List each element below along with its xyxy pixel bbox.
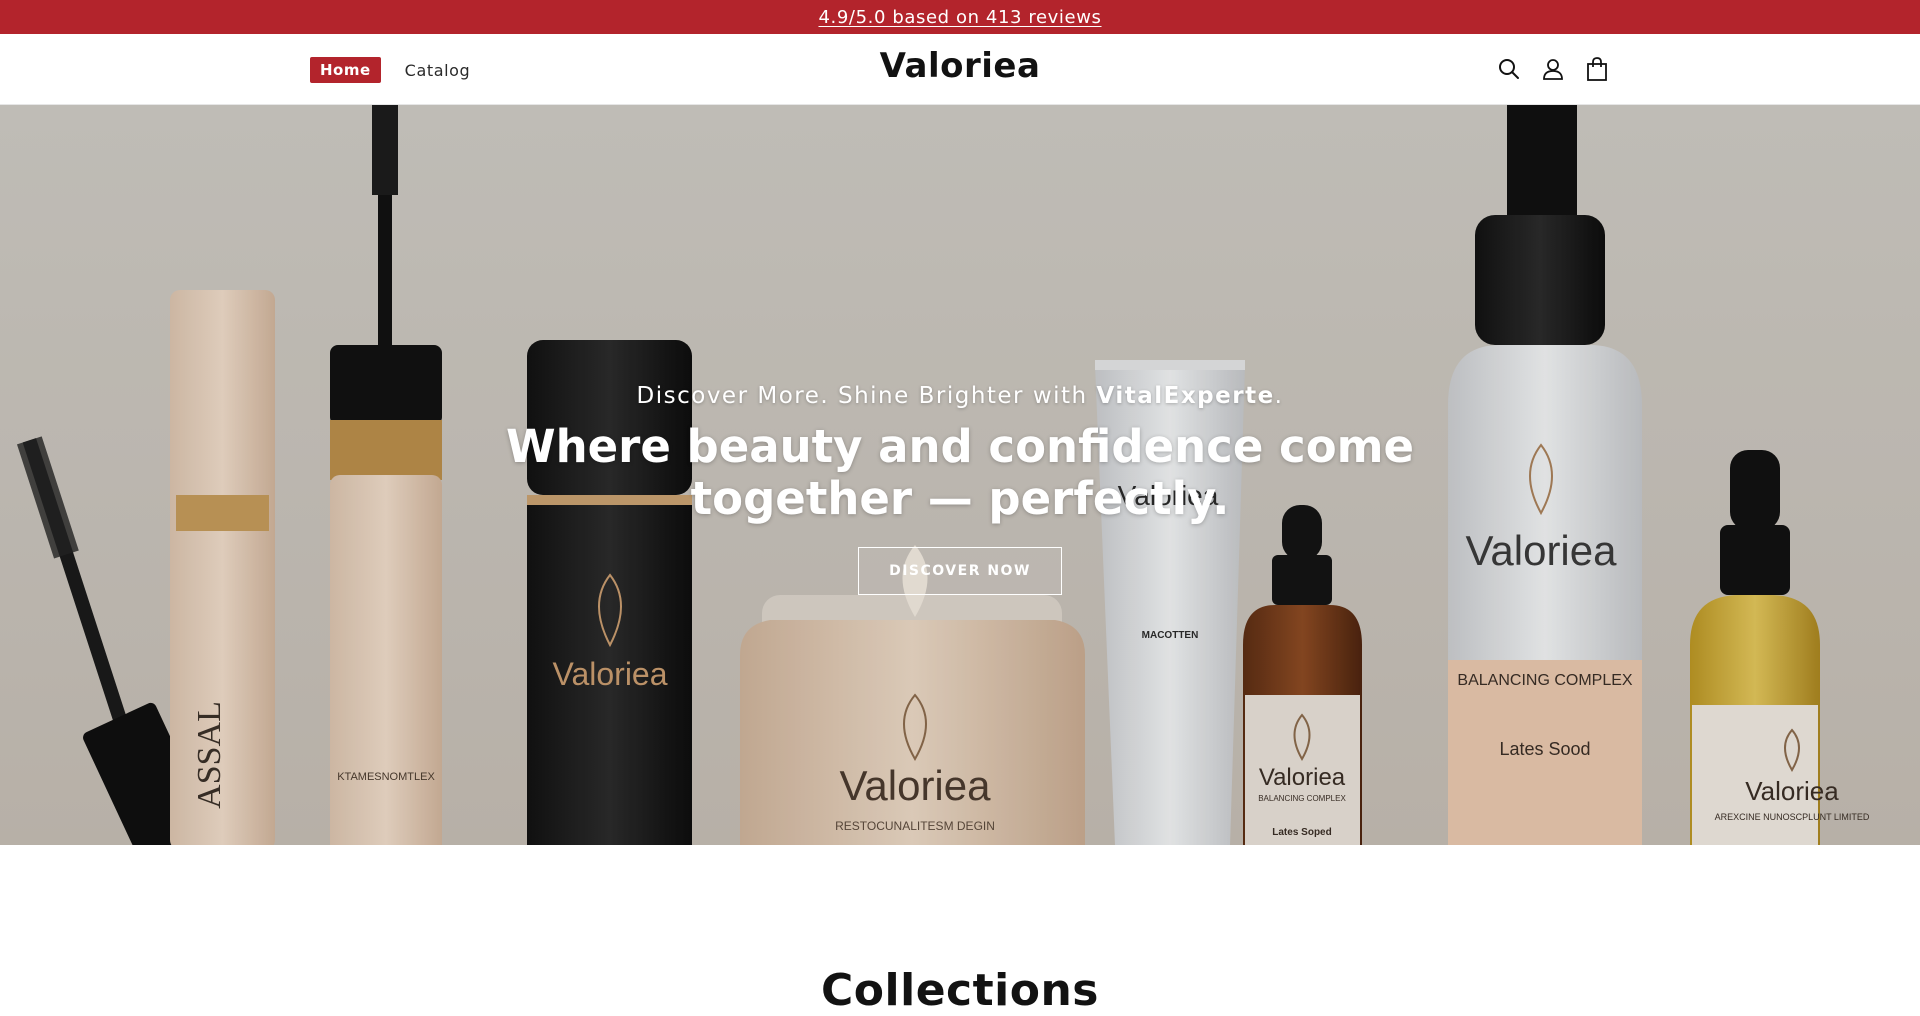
hero-banner: ASSAL KTAMESNOMTLEX Valoriea Valoriea RE…	[0, 105, 1920, 845]
site-header: Home Catalog Valoriea	[0, 34, 1920, 105]
hero-tagline-suffix: .	[1274, 383, 1284, 409]
hero-headline: Where beauty and confidence come togethe…	[505, 420, 1415, 525]
hero-tagline-brand: VitalExperte	[1096, 383, 1275, 409]
hero-tagline-prefix: Discover More. Shine Brighter with	[636, 383, 1097, 409]
cart-icon[interactable]	[1586, 56, 1608, 82]
search-icon[interactable]	[1498, 56, 1520, 82]
collections-heading: Collections	[821, 964, 1099, 1016]
hero-content: Discover More. Shine Brighter with Vital…	[0, 383, 1920, 595]
account-icon[interactable]	[1542, 56, 1564, 82]
site-logo[interactable]: Valoriea	[0, 46, 1920, 86]
discover-now-button[interactable]: DISCOVER NOW	[858, 547, 1062, 595]
reviews-link[interactable]: 4.9/5.0 based on 413 reviews	[818, 7, 1101, 28]
hero-tagline: Discover More. Shine Brighter with Vital…	[0, 383, 1920, 409]
header-icons	[1498, 56, 1608, 82]
announcement-bar: 4.9/5.0 based on 413 reviews	[0, 0, 1920, 34]
